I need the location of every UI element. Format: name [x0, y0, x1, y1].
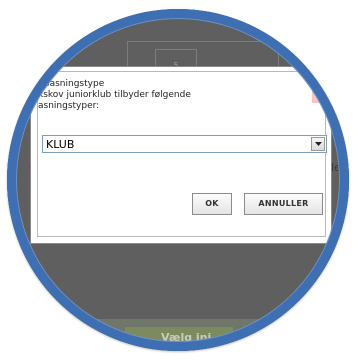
magnifier-frame: 5 e n de Vælg ini ; pasningstype kskov j… [0, 0, 356, 361]
chevron-down-icon[interactable] [311, 137, 325, 151]
background-select-button: Vælg ini [125, 327, 233, 349]
close-icon[interactable] [312, 88, 324, 103]
passing-type-dialog: ; pasningstype kskov juniorklub tilbyder… [30, 66, 332, 244]
dialog-title: ; pasningstype [38, 79, 105, 89]
passing-type-select[interactable]: KLUB [42, 135, 327, 153]
dialog-description: kskov juniorklub tilbyder følgende [38, 90, 191, 100]
cancel-button[interactable]: ANNULLER [244, 193, 323, 215]
ok-button[interactable]: OK [192, 193, 232, 215]
magnifier-lens: 5 e n de Vælg ini ; pasningstype kskov j… [7, 9, 349, 351]
dialog-description-continued: asningstyper: [38, 101, 100, 111]
select-current-value: KLUB [46, 138, 75, 151]
